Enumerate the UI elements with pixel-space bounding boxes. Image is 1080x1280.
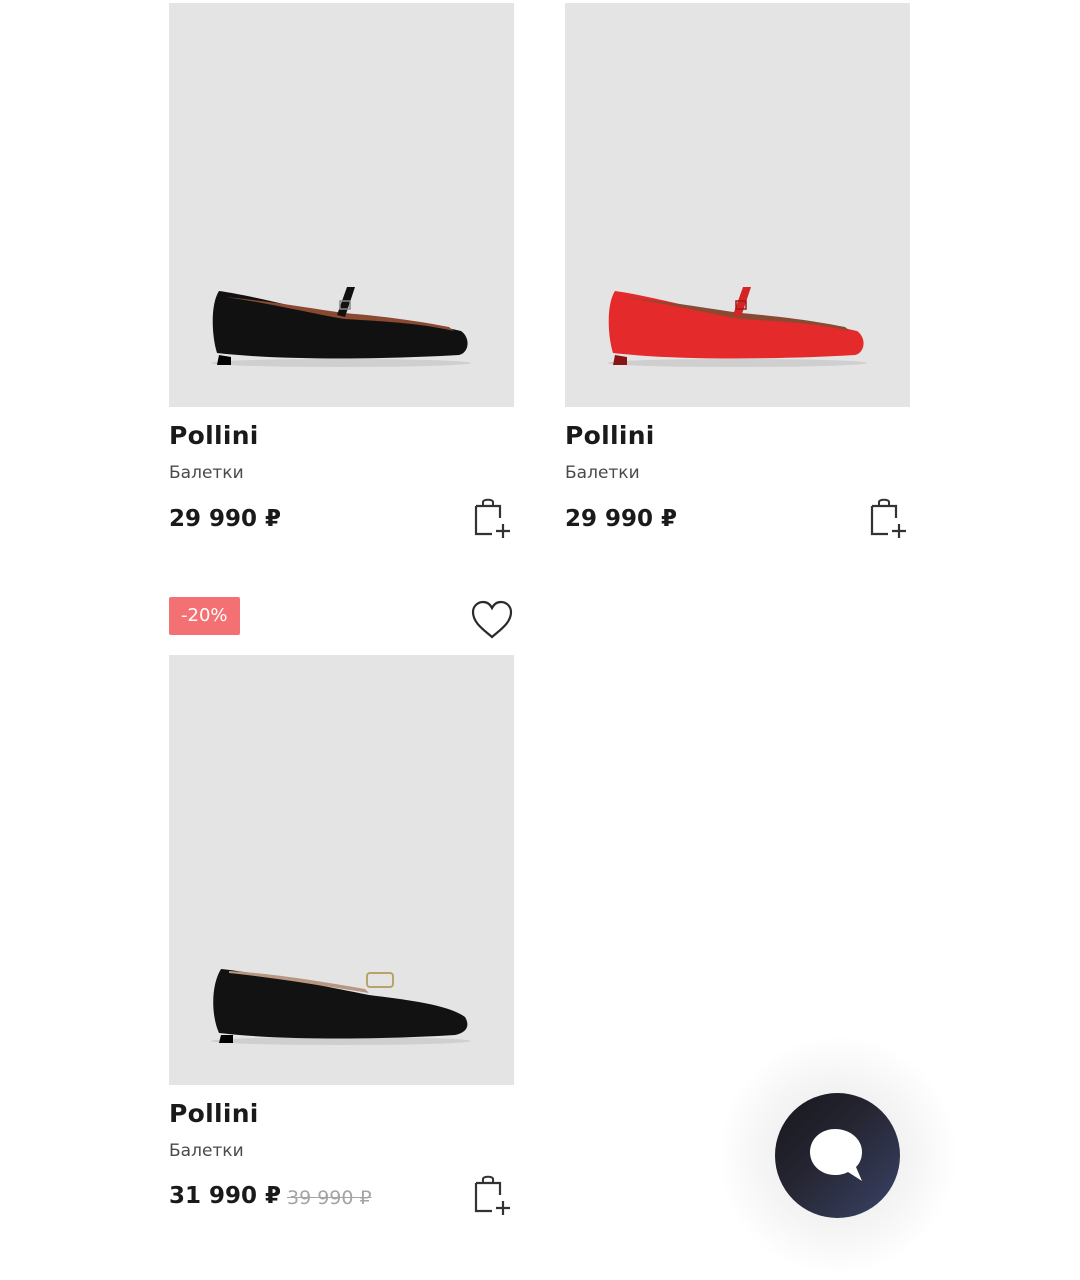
product-category: Балетки: [169, 463, 244, 483]
product-brand: Pollini: [169, 1099, 259, 1128]
product-price: 31 990 ₽: [169, 1183, 282, 1209]
product-category: Балетки: [565, 463, 640, 483]
product-brand: Pollini: [565, 421, 655, 450]
add-to-cart-icon[interactable]: [866, 496, 910, 540]
add-to-cart-icon[interactable]: [470, 1173, 514, 1217]
loafer-image: [169, 655, 514, 1085]
product-card[interactable]: -20% Pollini Балетки 31 990 ₽ 39 990 ₽: [169, 597, 514, 1217]
product-brand: Pollini: [169, 421, 259, 450]
product-category: Балетки: [169, 1141, 244, 1161]
product-price: 29 990 ₽: [565, 506, 678, 532]
chat-bubble-icon: [810, 1129, 862, 1181]
add-to-cart-icon[interactable]: [470, 496, 514, 540]
heart-outline-icon[interactable]: [470, 599, 514, 641]
chat-button[interactable]: [775, 1093, 900, 1218]
ballet-flat-image: [169, 3, 514, 407]
product-image[interactable]: [169, 655, 514, 1085]
product-price: 29 990 ₽: [169, 506, 282, 532]
product-card[interactable]: Pollini Балетки 29 990 ₽: [565, 3, 910, 543]
product-image[interactable]: [169, 3, 514, 407]
product-old-price: 39 990 ₽: [287, 1187, 372, 1209]
product-image[interactable]: [565, 3, 910, 407]
product-card[interactable]: Pollini Балетки 29 990 ₽: [169, 3, 514, 543]
ballet-flat-image: [565, 3, 910, 407]
discount-badge: -20%: [169, 597, 240, 635]
